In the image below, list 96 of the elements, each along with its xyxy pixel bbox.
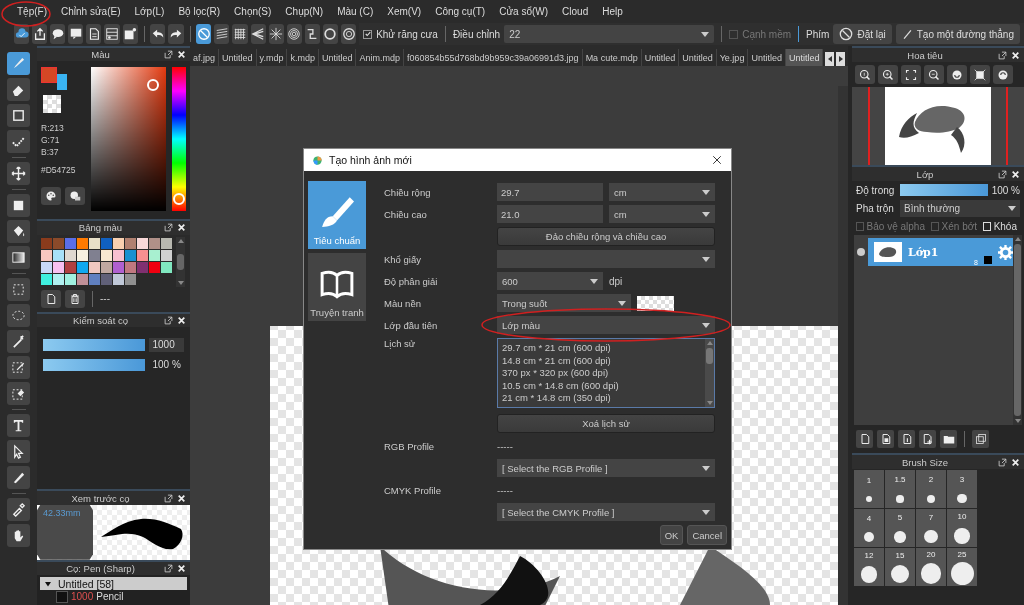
menu-item[interactable]: Lớp(L) xyxy=(127,5,172,17)
checkbox-label: Cạnh mềm xyxy=(742,28,792,40)
menu-item[interactable]: Tệp(F) xyxy=(10,5,54,17)
brush-size-option[interactable]: 4 xyxy=(854,509,884,547)
field-label: Khổ giấy xyxy=(384,252,422,267)
field-label: RGB Profile xyxy=(384,439,436,454)
height-field[interactable]: 21.0 xyxy=(497,205,603,223)
slider-value: 1000 xyxy=(149,337,184,352)
checkbox-label: Xén bớt xyxy=(941,221,978,232)
panel-title: Xem trước cọ xyxy=(70,492,131,504)
history-item[interactable]: 370 px * 320 px (600 dpi) xyxy=(502,367,609,380)
menu-item[interactable]: Cloud xyxy=(555,5,596,17)
brush-size-option[interactable]: 15 xyxy=(885,548,915,586)
reset-button[interactable]: Đặt lại xyxy=(833,24,892,44)
field-label: Lớp đầu tiên xyxy=(384,318,439,333)
field-label: Lịch sử xyxy=(384,338,417,351)
unit-label: dpi xyxy=(609,275,623,287)
document-tab[interactable]: af.jpg xyxy=(190,49,220,66)
blend-label: Pha trộn xyxy=(856,203,895,214)
menu-item[interactable]: Màu (C) xyxy=(330,5,381,17)
menu-item[interactable]: Help xyxy=(595,5,630,17)
slider-value: 100 % xyxy=(151,358,182,372)
panel-title: Cọ: Pen (Sharp) xyxy=(65,562,136,574)
field-label: Màu nền xyxy=(384,296,422,311)
field-label: CMYK Profile xyxy=(384,483,442,498)
swap-dimensions-button[interactable]: Đảo chiều rộng và chiều cao xyxy=(497,227,715,246)
brush-group[interactable]: Untitled [58] xyxy=(40,577,187,590)
opacity-value: 100 % xyxy=(991,184,1020,196)
panel-title: Màu xyxy=(90,49,111,61)
history-item[interactable]: 14.8 cm * 21 cm (600 dpi) xyxy=(502,354,611,368)
cancel-button[interactable]: Cancel xyxy=(687,525,727,545)
brush-size-option[interactable]: 5 xyxy=(885,509,915,547)
clear-history-button[interactable]: Xoá lịch sử xyxy=(497,414,715,433)
history-item[interactable]: 21 cm * 14.8 cm (350 dpi) xyxy=(502,392,611,405)
brush-size-option[interactable]: 3 xyxy=(947,470,977,508)
rgb-value: G:71 xyxy=(41,135,61,146)
panel-title: Brush Size xyxy=(901,456,949,468)
menu-item[interactable]: Chụp(N) xyxy=(278,5,331,17)
panel-title: Lớp xyxy=(915,168,935,180)
rgb-value: R:213 xyxy=(41,123,65,134)
brush-size-option[interactable]: 1.5 xyxy=(885,470,915,508)
cmyk-profile-dropdown[interactable]: [ Select the CMYK Profile ] xyxy=(497,503,715,521)
mode-tab[interactable]: Truyện tranh xyxy=(308,253,366,321)
checkbox-label: Khử răng cưa xyxy=(376,28,438,40)
document-tab[interactable]: Anim.mdp xyxy=(356,49,404,66)
palette-name: --- xyxy=(100,293,110,305)
brush-size-option[interactable]: 1 xyxy=(854,470,884,508)
profile-value: ----- xyxy=(497,483,514,498)
menu-item[interactable]: Chỉnh sửa(E) xyxy=(54,5,128,17)
field-label: Độ phân giải xyxy=(384,274,439,289)
unit-dropdown[interactable]: cm xyxy=(609,183,715,201)
straight-line-button[interactable]: Tạo một đường thẳng xyxy=(895,24,1020,44)
history-item[interactable]: 10.5 cm * 14.8 cm (600 dpi) xyxy=(502,379,619,393)
menu-item[interactable]: Bộ lọc(R) xyxy=(171,5,228,17)
panel-title: Hoa tiêu xyxy=(906,49,944,61)
rgb-value: B:37 xyxy=(41,147,60,158)
checkbox-label: Bảo vệ alpha xyxy=(866,221,925,232)
field-label: Chiều rộng xyxy=(384,185,432,200)
menu-item[interactable]: Cửa sổ(W) xyxy=(492,5,556,17)
blend-mode-dropdown[interactable]: Bình thường xyxy=(900,200,1020,217)
history-list[interactable]: 29.7 cm * 21 cm (600 dpi) 14.8 cm * 21 cm (600 dpi) 370 px * 320 px (600 dpi) 10.5 cm * 14.8 cm (600 dpi) 21 cm * 14.8 cm (350 dpi) xyxy=(497,338,715,408)
history-item[interactable]: 29.7 cm * 21 cm (600 dpi) xyxy=(502,342,611,355)
unit-dropdown[interactable]: cm xyxy=(609,205,715,223)
menu-item[interactable]: Chọn(S) xyxy=(227,5,279,17)
document-tab[interactable]: Untitled xyxy=(679,49,717,66)
key-label: Phím xyxy=(806,28,830,40)
adjust-dropdown[interactable]: 22 xyxy=(504,25,715,43)
brush-size-preview: 42.33mm xyxy=(37,504,93,560)
checkbox-label: Khóa xyxy=(993,221,1017,232)
panel-title: Bảng màu xyxy=(77,222,124,234)
brush-size-option[interactable]: 12 xyxy=(854,548,884,586)
width-field[interactable]: 29.7 xyxy=(497,183,603,201)
profile-value: ----- xyxy=(497,439,514,454)
panel-title: Kiểm soát cọ xyxy=(72,314,129,326)
layer-name: Lớp1 xyxy=(908,245,940,259)
first-layer-dropdown[interactable]: Lớp màu xyxy=(497,316,715,334)
document-tab[interactable]: Untitled xyxy=(785,49,824,66)
ok-button[interactable]: OK xyxy=(659,525,684,545)
field-label: Điều chỉnh xyxy=(452,28,501,40)
resolution-dropdown[interactable]: 600 xyxy=(497,272,603,290)
brush-size-option[interactable]: 20 xyxy=(916,548,946,586)
rgb-profile-dropdown[interactable]: [ Select the RGB Profile ] xyxy=(497,459,715,477)
hex-value: #D54725 xyxy=(41,165,77,176)
document-tab[interactable]: Untitled xyxy=(219,49,257,66)
menu-item[interactable]: Xem(V) xyxy=(380,5,429,17)
brush-item[interactable]: 1000 Pencil xyxy=(40,590,187,603)
brush-size-option[interactable]: 10 xyxy=(947,509,977,547)
background-dropdown[interactable]: Trong suốt xyxy=(497,294,631,312)
brush-size-option[interactable]: 25 xyxy=(947,548,977,586)
brush-size-option[interactable]: 2 xyxy=(916,470,946,508)
menu-item[interactable]: Công cụ(T) xyxy=(428,5,493,17)
opacity-label: Độ trong xyxy=(856,184,896,196)
dialog-title: Tạo hình ảnh mới xyxy=(329,154,413,166)
document-tab[interactable]: y.mdp xyxy=(256,49,288,66)
brush-size-option[interactable]: 7 xyxy=(916,509,946,547)
field-label: Chiều cao xyxy=(384,207,428,222)
